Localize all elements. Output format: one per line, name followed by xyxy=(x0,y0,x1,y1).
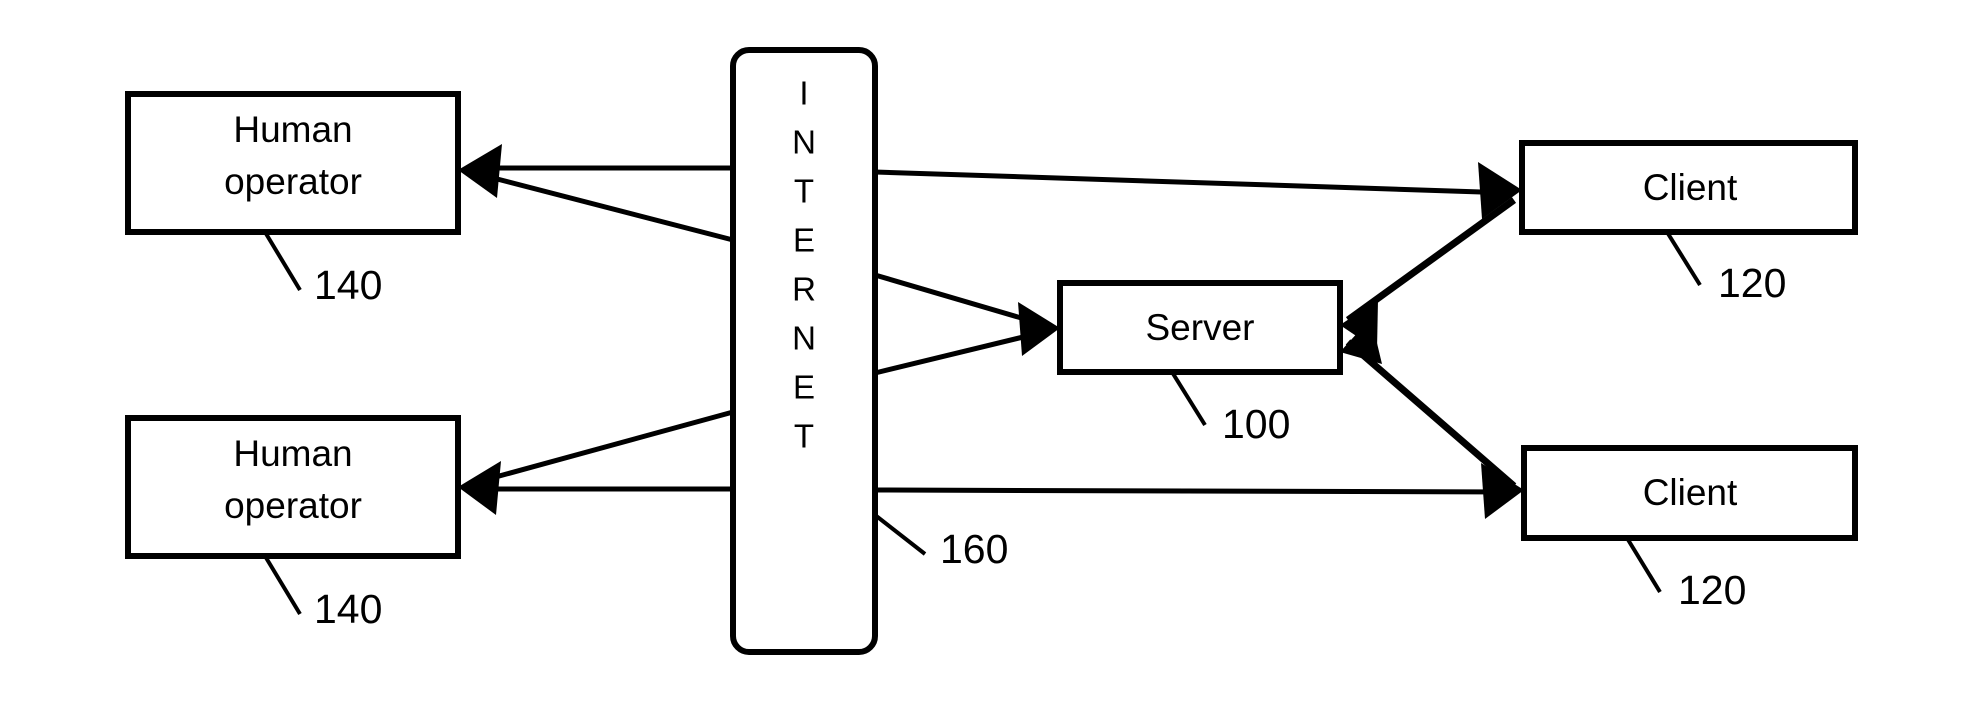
internet-letter-8: T xyxy=(794,418,814,455)
leader-line-human-operator-bottom xyxy=(263,554,302,616)
ref-label-server: 100 xyxy=(1222,401,1290,447)
link-internet-to-client-top xyxy=(874,169,1513,196)
internet-letter-3: T xyxy=(794,173,814,210)
ref-label-human-operator-bottom: 140 xyxy=(314,586,382,632)
link-internet-to-human-operator-bottom-diagonal xyxy=(469,409,734,487)
leader-line-server xyxy=(1170,370,1207,427)
arrowhead-into-human-operator-bottom xyxy=(458,461,501,515)
server-label: Server xyxy=(1146,307,1255,348)
human-operator-top-label-line1: Human xyxy=(233,109,352,150)
ref-label-human-operator-top: 140 xyxy=(314,262,382,308)
leader-line-client-top xyxy=(1665,230,1702,287)
internet-letter-7: E xyxy=(793,369,815,406)
leader-line-internet xyxy=(873,513,927,556)
internet-letter-2: N xyxy=(792,124,816,161)
figure-canvas: Human operator Human operator I N T E R … xyxy=(0,0,1983,725)
link-internet-to-human-operator-top-diagonal xyxy=(469,169,734,243)
leader-line-client-bottom xyxy=(1625,536,1662,594)
client-top-label: Client xyxy=(1643,167,1738,208)
internet-letter-1: I xyxy=(799,75,808,112)
client-bottom-label: Client xyxy=(1643,472,1738,513)
link-server-to-client-top xyxy=(1345,197,1517,323)
internet-letter-4: E xyxy=(793,222,815,259)
ref-label-client-bottom: 120 xyxy=(1678,567,1746,613)
arrowhead-into-server xyxy=(1018,302,1060,356)
internet-letter-6: N xyxy=(792,320,816,357)
human-operator-top-label-line2: operator xyxy=(224,161,362,202)
link-server-to-client-bottom xyxy=(1345,339,1517,489)
link-internet-to-client-bottom xyxy=(874,487,1515,495)
human-operator-bottom-label-line2: operator xyxy=(224,485,362,526)
ref-label-internet: 160 xyxy=(940,526,1008,572)
internet-letter-5: R xyxy=(792,271,816,308)
arrowhead-into-human-operator-top xyxy=(458,144,502,198)
network-architecture-diagram: Human operator Human operator I N T E R … xyxy=(125,47,1858,655)
human-operator-bottom-label-line1: Human xyxy=(233,433,352,474)
leader-line-human-operator-top xyxy=(263,230,302,292)
ref-label-client-top: 120 xyxy=(1718,260,1786,306)
